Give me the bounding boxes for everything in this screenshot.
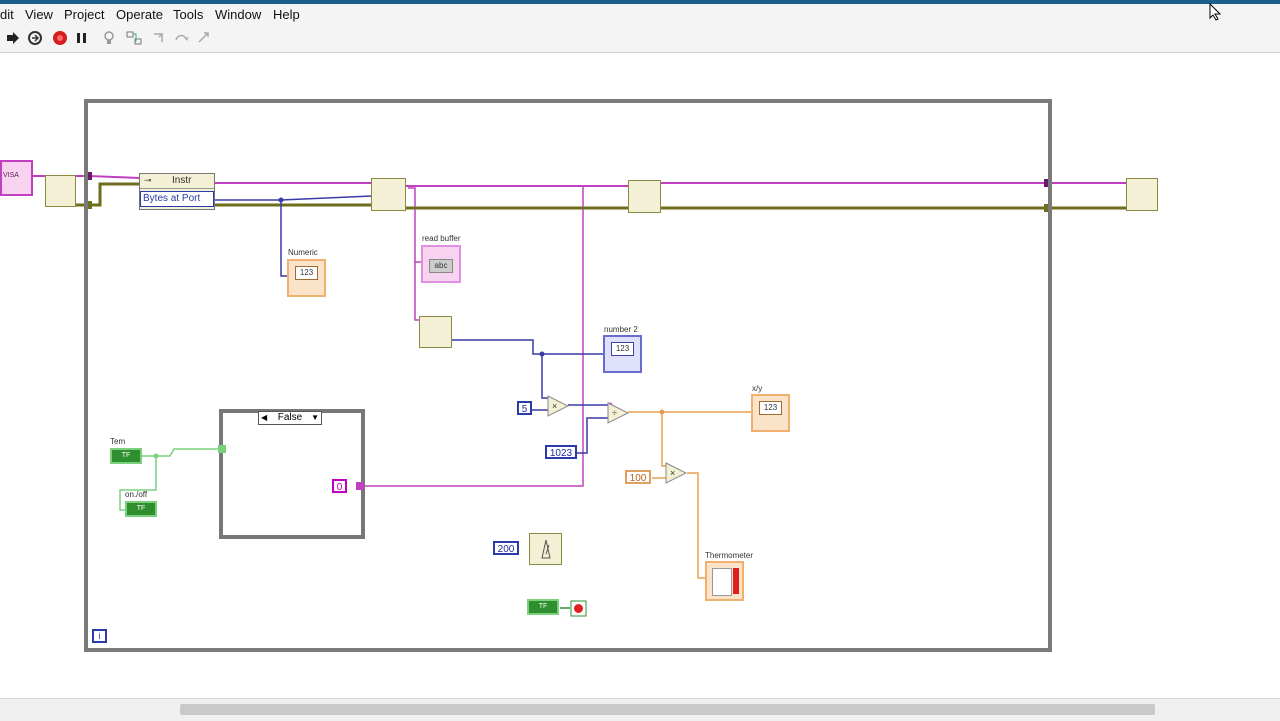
visa-read-node[interactable] (371, 178, 406, 211)
numeric-label: Numeric (288, 248, 318, 257)
case-next-icon[interactable]: ▼ (311, 412, 319, 424)
case-selector[interactable]: ◀ False ▼ (258, 411, 322, 425)
constant-5[interactable]: 5 (517, 401, 532, 415)
divide-node-icon[interactable]: ÷ (607, 402, 629, 424)
bytes-at-port-property[interactable]: Bytes at Port (140, 191, 214, 207)
visa-class-label: Instr (172, 175, 192, 186)
iteration-terminal: i (92, 629, 107, 643)
wait-ms-node[interactable] (529, 533, 562, 565)
constant-200[interactable]: 200 (493, 541, 519, 555)
onoff-label: on./off (125, 490, 148, 499)
number2-label: number 2 (604, 325, 638, 334)
horizontal-scroll-thumb[interactable] (180, 704, 1155, 715)
constant-1023[interactable]: 1023 (545, 445, 577, 459)
read-buffer-indicator[interactable]: abc (421, 245, 461, 283)
case-output-tunnel (356, 482, 364, 490)
read-buffer-label: read buffer (422, 234, 461, 243)
constant-100[interactable]: 100 (625, 470, 651, 484)
thermometer-label: Thermometer (705, 551, 754, 560)
svg-text:×: × (670, 468, 675, 478)
tem-label: Tem (110, 437, 126, 446)
visa-resource-control[interactable]: VISA (0, 160, 33, 196)
svg-text:×: × (552, 401, 557, 411)
while-loop[interactable] (84, 99, 1052, 652)
metronome-icon (541, 539, 551, 559)
case-structure[interactable] (219, 409, 365, 539)
thermometer-indicator[interactable] (705, 561, 744, 601)
case-prev-icon[interactable]: ◀ (261, 412, 267, 424)
multiply-100-node-icon[interactable]: × (665, 462, 687, 484)
visa-property-node[interactable]: ⊸ Instr Bytes at Port (139, 173, 215, 210)
visa-configure-serial-port[interactable] (45, 175, 76, 207)
visa-write-node[interactable] (628, 180, 661, 213)
visa-class-icon: ⊸ (144, 175, 152, 185)
numeric-indicator[interactable]: 123 (287, 259, 326, 297)
xy-label: x/y (752, 384, 763, 393)
onoff-boolean-control[interactable]: TF (125, 501, 157, 517)
number2-indicator[interactable]: 123 (603, 335, 642, 373)
visa-close-node[interactable] (1126, 178, 1158, 211)
case-selector-terminal (218, 445, 226, 453)
stop-condition-icon[interactable] (570, 600, 587, 617)
scan-from-string-node[interactable] (419, 316, 452, 348)
xy-indicator[interactable]: 123 (751, 394, 790, 432)
mouse-cursor-icon (1209, 3, 1221, 21)
multiply-node-icon[interactable]: × (547, 395, 569, 417)
stop-boolean-control[interactable]: TF (527, 599, 559, 615)
thermometer-fill-icon (733, 568, 739, 594)
svg-text:÷: ÷ (612, 408, 617, 418)
case-string-constant[interactable]: 0 (332, 479, 347, 493)
tem-boolean-control[interactable]: TF (110, 448, 142, 464)
